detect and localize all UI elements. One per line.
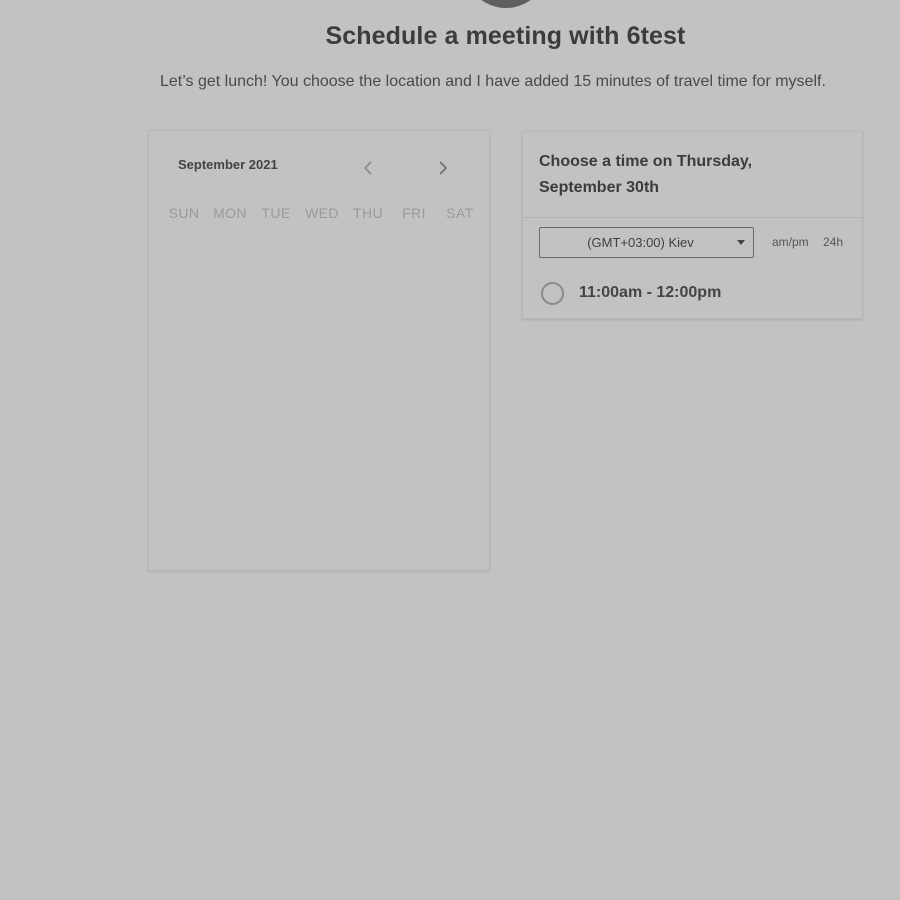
time-slot-label: 11:00am - 12:00pm (579, 284, 722, 301)
weekday-mon: MON (213, 205, 247, 221)
host-avatar (464, 0, 548, 8)
scheduling-page: Schedule a meeting with 6test Let’s get … (0, 0, 900, 900)
time-panel-header: Choose a time on Thursday, September 30t… (523, 132, 862, 218)
caret-down-icon (729, 240, 753, 245)
ampm-format-toggle[interactable]: am/pm (772, 235, 809, 249)
24h-format-toggle[interactable]: 24h (823, 235, 843, 249)
calendar-panel: September 2021 SUN MON TUE WED THU FRI S… (148, 130, 490, 571)
weekday-sun: SUN (168, 205, 200, 221)
weekday-thu: THU (353, 205, 383, 221)
selected-date-heading: Choose a time on Thursday, September 30t… (539, 153, 753, 196)
weekday-header-row: SUN MON TUE WED THU FRI SAT (161, 205, 483, 221)
weekday-wed: WED (305, 205, 339, 221)
chevron-left-icon (363, 161, 372, 175)
meeting-description: Let’s get lunch! You choose the location… (160, 73, 826, 90)
page-title: Schedule a meeting with 6test (325, 22, 686, 50)
calendar-month-label: September 2021 (178, 157, 278, 172)
chevron-right-icon (439, 161, 448, 175)
previous-month-button[interactable] (358, 157, 378, 179)
weekday-tue: TUE (261, 205, 291, 221)
weekday-sat: SAT (446, 205, 474, 221)
next-month-button[interactable] (433, 157, 453, 179)
weekday-fri: FRI (402, 205, 426, 221)
time-slot-radio[interactable] (541, 281, 564, 305)
time-selection-panel: Choose a time on Thursday, September 30t… (522, 131, 863, 319)
time-slot-option[interactable]: 11:00am - 12:00pm (541, 279, 721, 307)
timezone-value: (GMT+03:00) Kiev (587, 235, 694, 250)
timezone-select[interactable]: (GMT+03:00) Kiev (539, 227, 754, 258)
